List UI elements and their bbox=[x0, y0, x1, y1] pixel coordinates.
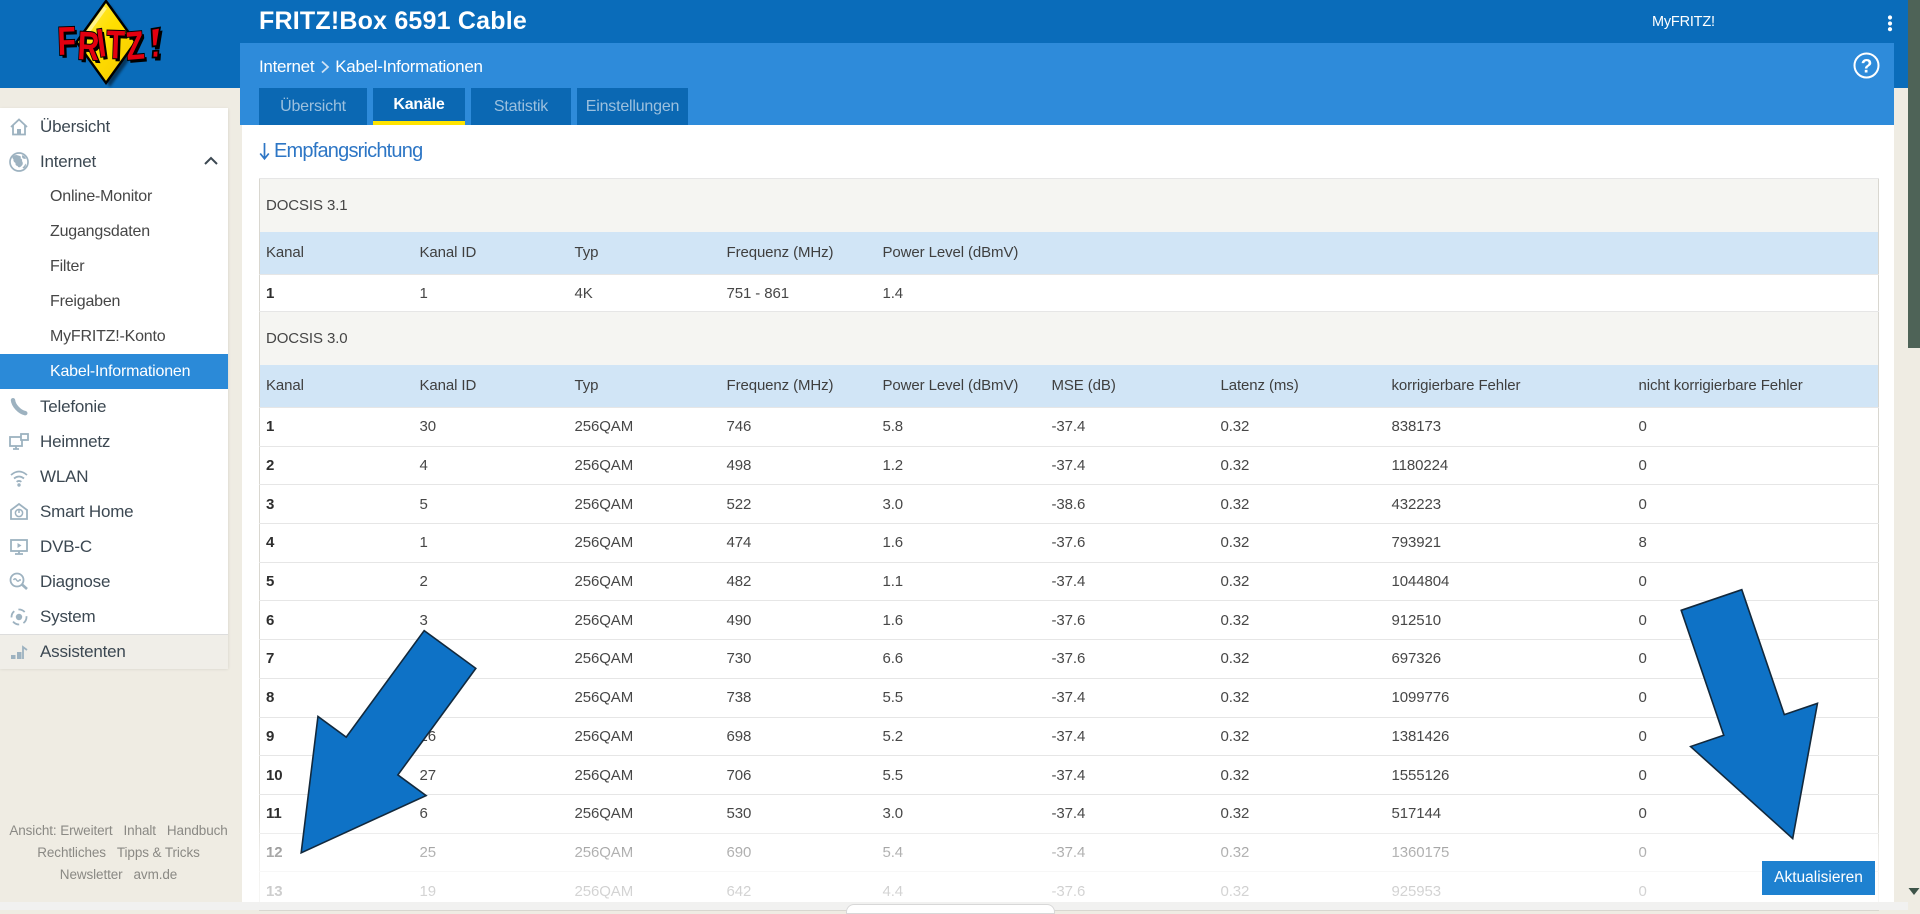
svg-text:?: ? bbox=[1861, 57, 1873, 78]
